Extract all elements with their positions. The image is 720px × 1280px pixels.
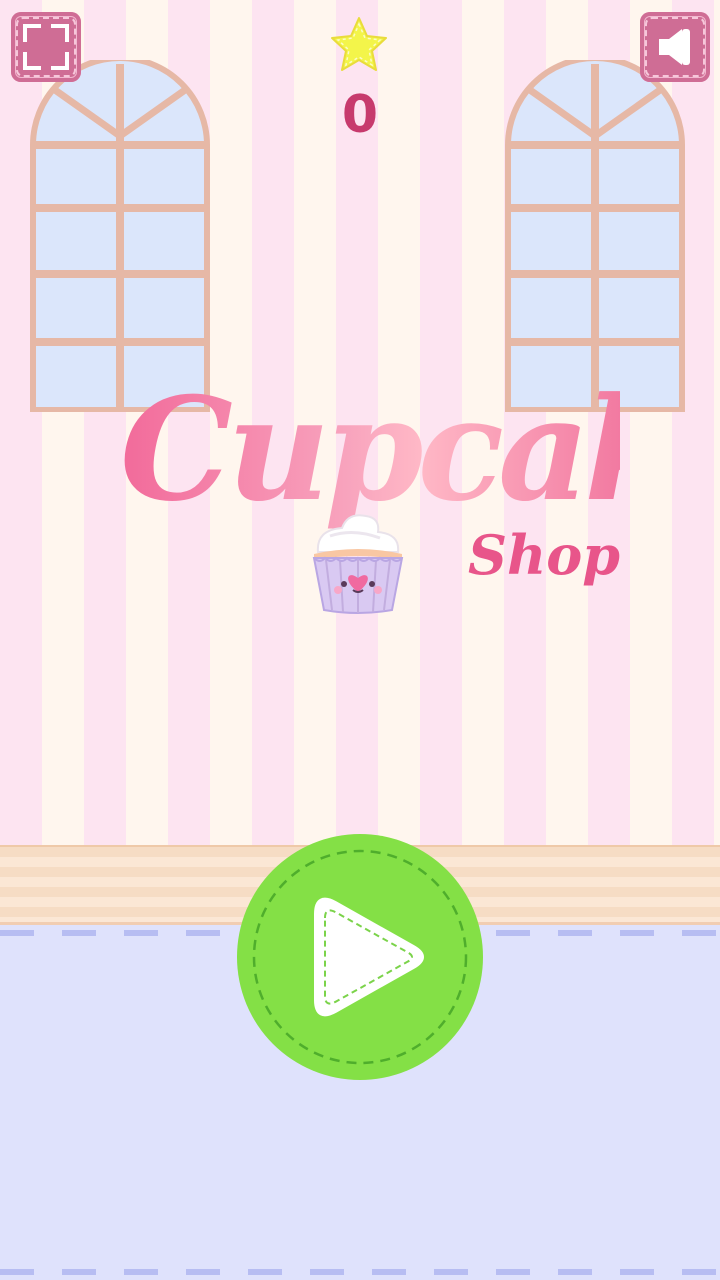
fullscreen-button[interactable] bbox=[11, 12, 81, 82]
arched-window-right bbox=[505, 60, 685, 412]
speaker-icon bbox=[659, 29, 690, 65]
score-value: 0 bbox=[341, 85, 379, 145]
cupcake-icon bbox=[312, 514, 404, 614]
game-logo: Cupcake Shop bbox=[100, 367, 720, 630]
sound-button[interactable] bbox=[640, 12, 710, 82]
play-icon bbox=[252, 849, 468, 1065]
fullscreen-icon bbox=[23, 24, 69, 70]
floor-dash-bottom bbox=[0, 1269, 720, 1275]
game-scene: 0 Cupcake Shop bbox=[0, 0, 720, 1280]
play-button[interactable] bbox=[237, 834, 483, 1080]
logo-subtitle: Shop bbox=[468, 523, 621, 587]
arched-window-left bbox=[30, 60, 210, 412]
logo-title: Cupcake bbox=[120, 367, 720, 533]
star-icon bbox=[331, 17, 387, 71]
